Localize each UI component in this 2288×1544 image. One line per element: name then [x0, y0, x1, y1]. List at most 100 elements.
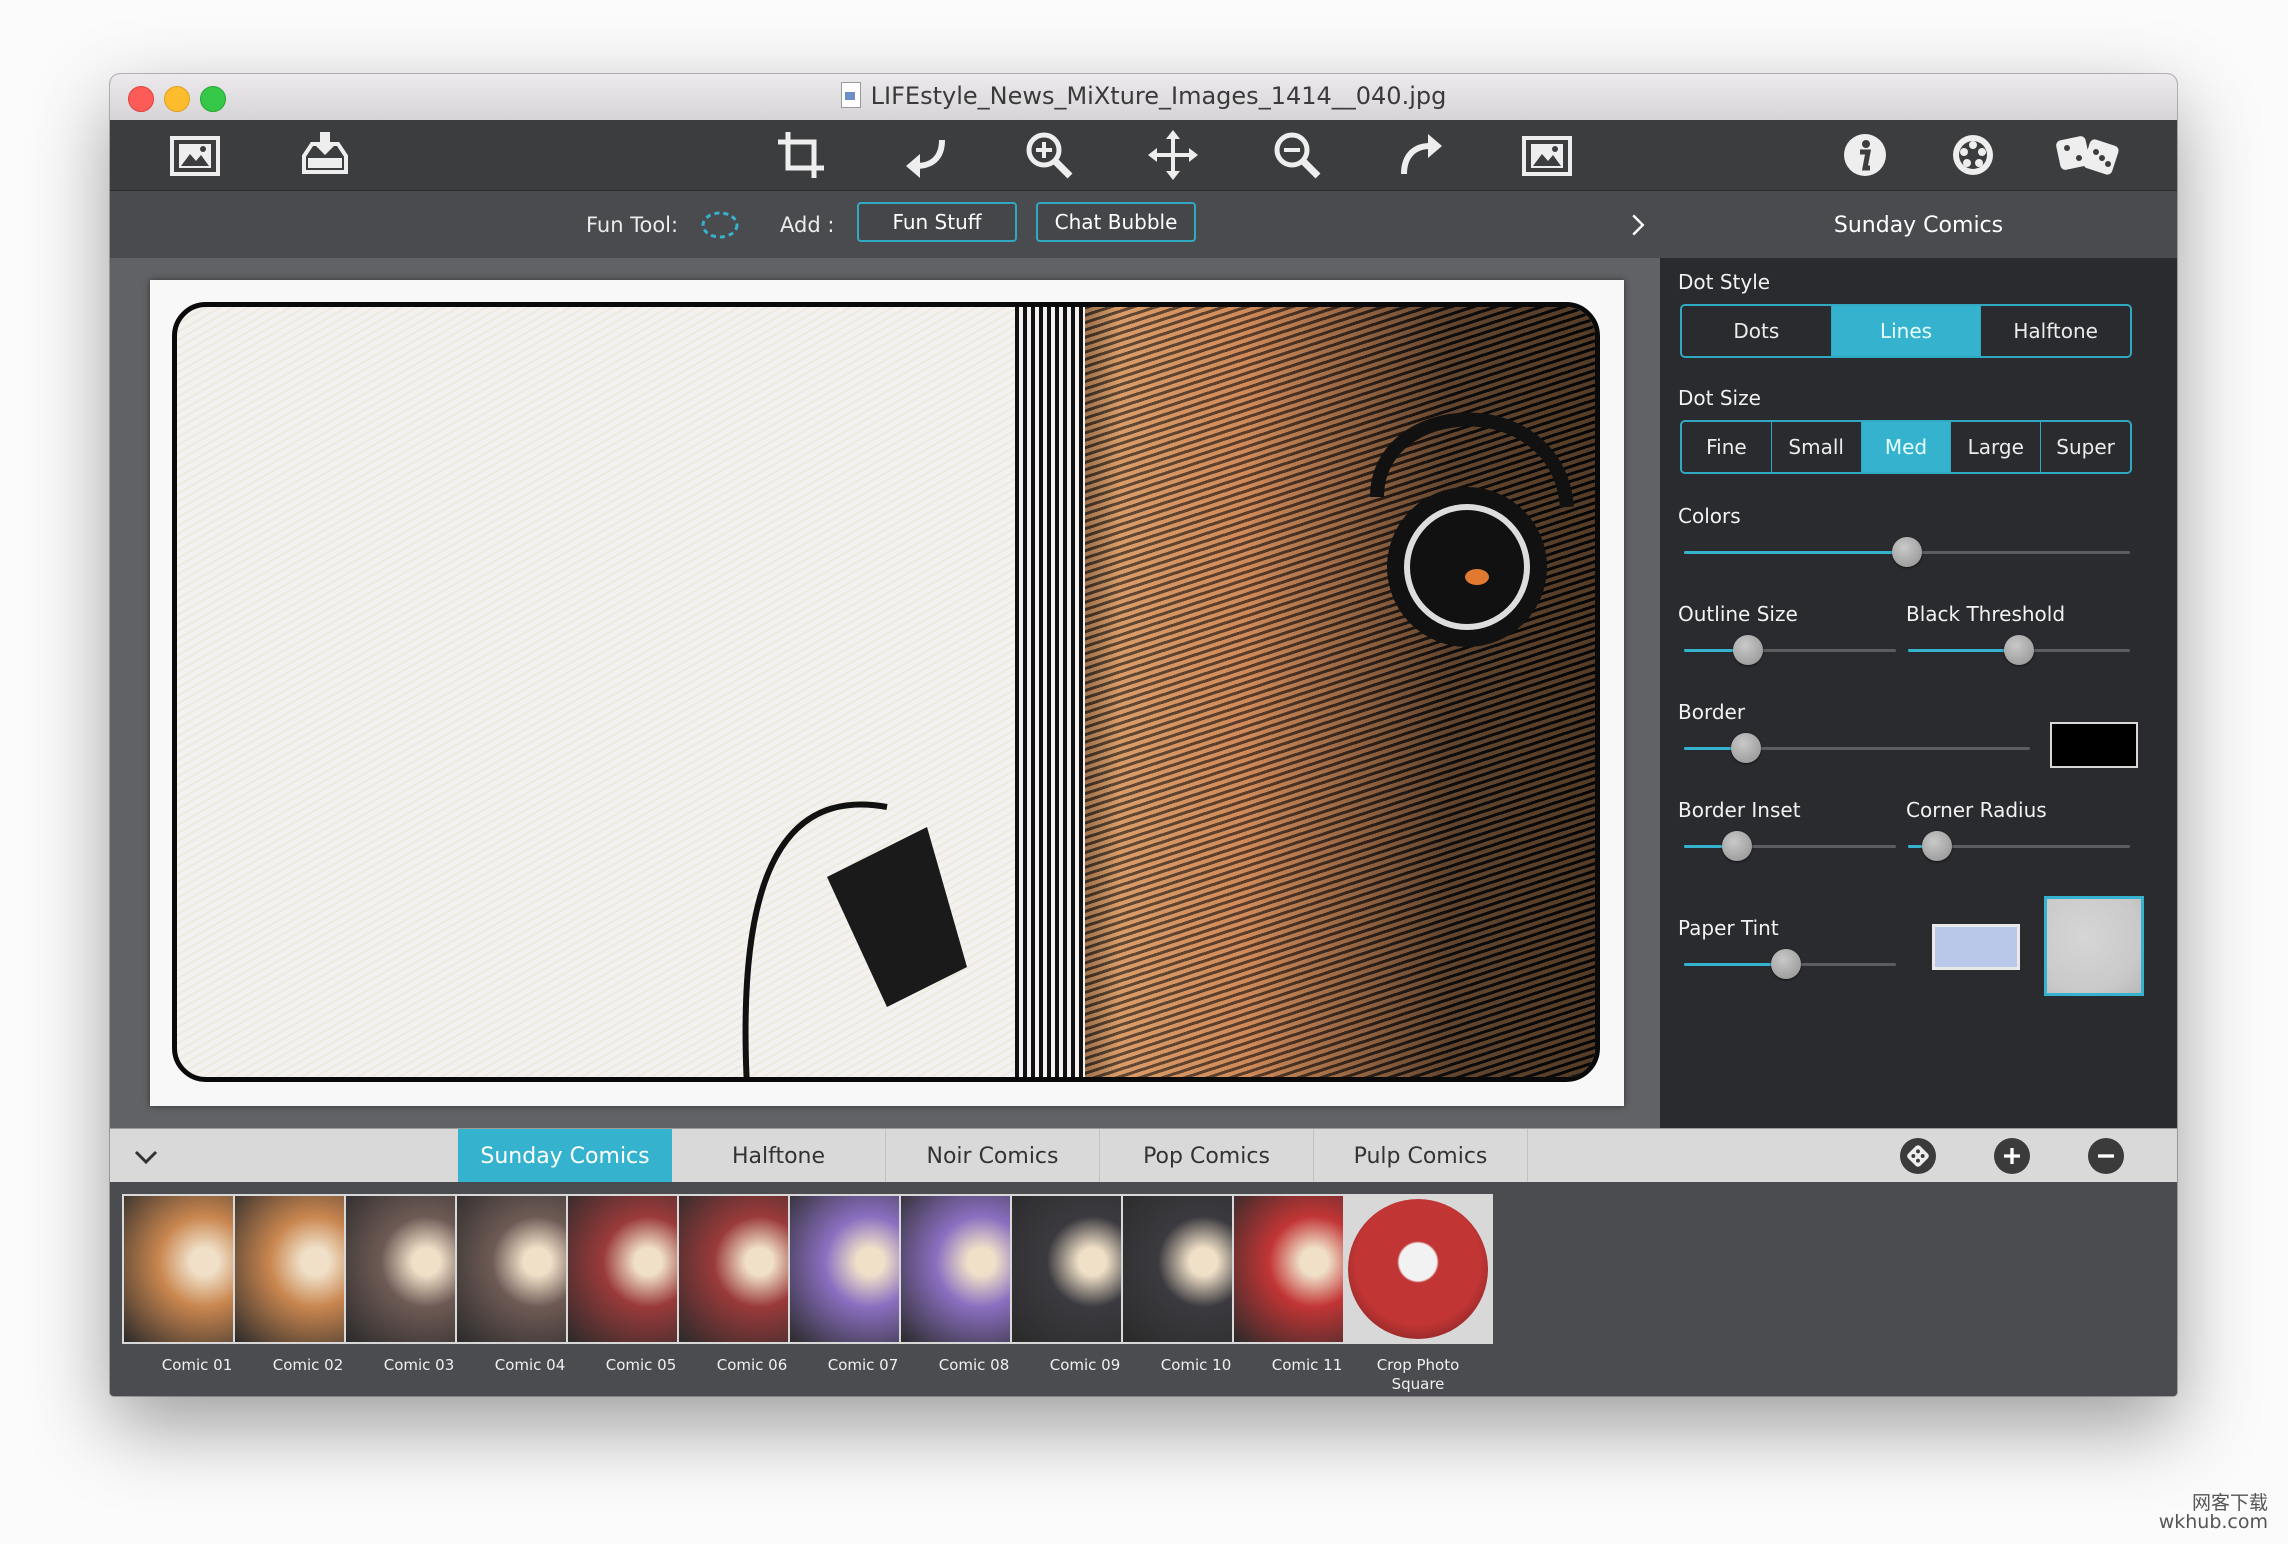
paper-tint-color-swatch[interactable] — [1932, 924, 2020, 970]
dot-style-option-halftone[interactable]: Halftone — [1980, 306, 2130, 356]
window-title-text: LIFEstyle_News_MiXture_Images_1414__040.… — [870, 82, 1447, 110]
plus-icon — [2004, 1148, 2020, 1164]
canvas-area[interactable] — [110, 258, 1660, 1128]
settings-icon — [1953, 135, 1993, 175]
slider-fill — [1684, 551, 1907, 554]
random-button[interactable] — [2039, 120, 2139, 190]
comic-border-frame — [172, 302, 1600, 1082]
move-button[interactable] — [1133, 120, 1213, 190]
move-icon — [1148, 130, 1198, 180]
undo-button[interactable] — [885, 120, 965, 190]
dot-size-option-fine[interactable]: Fine — [1682, 422, 1771, 472]
colors-label: Colors — [1678, 504, 1741, 528]
dot-style-option-lines[interactable]: Lines — [1830, 306, 1981, 356]
redo-button[interactable] — [1381, 120, 1461, 190]
export-button[interactable] — [285, 120, 365, 190]
slider-knob[interactable] — [1892, 537, 1922, 567]
app-window: LIFEstyle_News_MiXture_Images_1414__040.… — [110, 74, 2177, 1396]
settings-panel: Dot Style Dots Lines Halftone Dot Size Fin… — [1660, 258, 2177, 1128]
dot-size-segmented: Fine Small Med Large Super — [1680, 420, 2132, 474]
border-slider[interactable] — [1684, 733, 2030, 763]
black-threshold-slider[interactable] — [1908, 635, 2130, 665]
tab-pulp-comics[interactable]: Pulp Comics — [1314, 1129, 1528, 1183]
undo-icon — [906, 139, 945, 178]
dot-size-label: Dot Size — [1678, 386, 1761, 410]
zoom-in-icon — [1026, 132, 1073, 179]
slider-knob[interactable] — [1921, 831, 1952, 861]
slider-knob[interactable] — [2004, 635, 2034, 665]
dot-size-option-med[interactable]: Med — [1860, 422, 1951, 472]
panel-title: Sunday Comics — [1833, 213, 2004, 238]
random-preset-button[interactable] — [1900, 1138, 1936, 1174]
chevron-down-icon — [134, 1150, 158, 1165]
preset-label: Crop Photo Square — [1376, 1356, 1460, 1393]
slider-fill — [1908, 649, 2019, 652]
tab-halftone[interactable]: Halftone — [672, 1129, 886, 1183]
preset-preview-image — [1343, 1194, 1493, 1344]
window-title: LIFEstyle_News_MiXture_Images_1414__040.… — [110, 82, 2177, 110]
add-preset-button[interactable] — [1994, 1138, 2030, 1174]
crop-icon — [778, 132, 824, 178]
collapse-presets-button[interactable] — [132, 1143, 160, 1171]
dot-style-label: Dot Style — [1678, 270, 1771, 294]
fit-image-icon — [1522, 136, 1572, 176]
slider-knob[interactable] — [1770, 949, 1801, 979]
fit-image-button[interactable] — [1507, 120, 1587, 190]
remove-preset-button[interactable] — [2088, 1138, 2124, 1174]
border-color-swatch[interactable] — [2050, 722, 2138, 768]
preset-thumbnails: Comic 01 Comic 02 Comic 03 Comic 04 Comic 05… — [110, 1182, 2177, 1396]
border-inset-slider[interactable] — [1684, 831, 1896, 861]
settings-button[interactable] — [1933, 120, 2013, 190]
dot-style-segmented: Dots Lines Halftone — [1680, 304, 2132, 358]
chevron-right-icon — [1632, 214, 1645, 236]
outline-size-slider[interactable] — [1684, 635, 1896, 665]
paper-tint-slider[interactable] — [1684, 949, 1896, 979]
headphones-graphic — [1370, 412, 1574, 647]
title-bar: LIFEstyle_News_MiXture_Images_1414__040.… — [110, 74, 2177, 121]
tab-noir-comics[interactable]: Noir Comics — [886, 1129, 1100, 1183]
slider-knob[interactable] — [1731, 733, 1762, 763]
open-image-icon — [170, 136, 220, 176]
open-image-button[interactable] — [155, 120, 235, 190]
zoom-in-button[interactable] — [1009, 120, 1089, 190]
paper-texture-swatch[interactable] — [2044, 896, 2144, 996]
chat-bubble-button[interactable]: Chat Bubble — [1036, 202, 1196, 242]
dice-icon — [1907, 1145, 1929, 1167]
lasso-ellipse-icon[interactable] — [700, 209, 740, 241]
random-dice-icon — [2056, 136, 2119, 175]
export-image-icon — [302, 132, 348, 174]
collapse-panel-button[interactable] — [1618, 205, 1658, 245]
add-label: Add : — [780, 213, 835, 237]
tool-options-bar: Fun Tool: Add : Fun Stuff Chat Bubble Su… — [110, 190, 2177, 259]
crop-button[interactable] — [761, 120, 841, 190]
redo-icon — [1401, 134, 1442, 175]
dot-size-option-large[interactable]: Large — [1950, 422, 2041, 472]
border-inset-label: Border Inset — [1678, 798, 1801, 822]
photo-preview[interactable] — [150, 280, 1624, 1106]
tab-sunday-comics[interactable]: Sunday Comics — [458, 1129, 672, 1183]
colors-slider[interactable] — [1684, 537, 2130, 567]
watermark-line2: wkhub.com — [2158, 1511, 2268, 1533]
paper-tint-label: Paper Tint — [1678, 916, 1779, 940]
slider-knob[interactable] — [1732, 635, 1763, 665]
fun-stuff-button[interactable]: Fun Stuff — [857, 202, 1017, 242]
dot-size-option-small[interactable]: Small — [1770, 422, 1861, 472]
border-label: Border — [1678, 700, 1746, 724]
watermark: 网客下载 wkhub.com — [2159, 1494, 2268, 1532]
document-icon — [840, 82, 861, 108]
info-icon — [1844, 134, 1886, 176]
preset-category-tabs: Sunday Comics Halftone Noir Comics Pop Comi… — [110, 1128, 2177, 1184]
info-button[interactable] — [1825, 120, 1905, 190]
dot-size-option-super[interactable]: Super — [2040, 422, 2130, 472]
slider-knob[interactable] — [1722, 831, 1752, 861]
dot-style-option-dots[interactable]: Dots — [1682, 306, 1831, 356]
tab-pop-comics[interactable]: Pop Comics — [1100, 1129, 1314, 1183]
minus-icon — [2098, 1154, 2114, 1158]
headphone-cable-graphic — [742, 801, 967, 1077]
fun-tool-label: Fun Tool: — [586, 213, 679, 237]
black-threshold-label: Black Threshold — [1906, 602, 2066, 626]
outline-size-label: Outline Size — [1678, 602, 1798, 626]
corner-radius-slider[interactable] — [1908, 831, 2130, 861]
zoom-out-button[interactable] — [1257, 120, 1337, 190]
preset-thumbnail[interactable]: Crop Photo Square — [1343, 1194, 1493, 1394]
